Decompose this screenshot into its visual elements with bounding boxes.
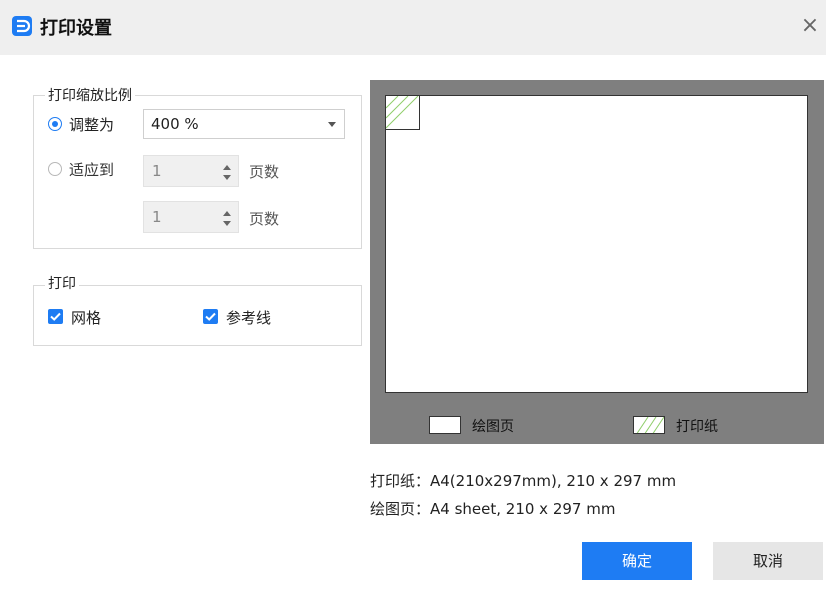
stepper-up-icon[interactable] bbox=[223, 165, 231, 170]
drawing-page-preview bbox=[385, 95, 808, 393]
print-preview: 绘图页 打印纸 bbox=[370, 80, 824, 444]
fit-radio[interactable] bbox=[48, 162, 62, 176]
chevron-down-icon bbox=[328, 122, 336, 127]
scale-percent-value: 400 % bbox=[151, 115, 199, 133]
fit-width-unit: 页数 bbox=[249, 163, 280, 181]
grid-label: 网格 bbox=[71, 309, 102, 327]
print-paper-tile bbox=[386, 96, 420, 130]
cancel-button[interactable]: 取消 bbox=[713, 542, 823, 580]
close-icon[interactable]: × bbox=[796, 12, 824, 40]
print-paper-info: 打印纸：A4(210x297mm), 210 x 297 mm bbox=[370, 472, 677, 490]
fit-height-value: 1 bbox=[152, 208, 162, 226]
guides-checkbox[interactable] bbox=[203, 309, 218, 324]
scale-group-legend: 打印缩放比例 bbox=[45, 85, 135, 105]
adjust-label: 调整为 bbox=[69, 116, 115, 134]
fit-height-unit: 页数 bbox=[249, 210, 280, 228]
fit-width-value: 1 bbox=[152, 162, 162, 180]
stepper-down-icon[interactable] bbox=[223, 175, 231, 180]
stepper-down-icon[interactable] bbox=[223, 221, 231, 226]
adjust-radio[interactable] bbox=[48, 117, 62, 131]
dialog-title: 打印设置 bbox=[40, 18, 112, 39]
fit-height-stepper[interactable]: 1 bbox=[143, 201, 239, 233]
drawing-page-legend: 绘图页 bbox=[472, 419, 514, 435]
scale-percent-select[interactable]: 400 % bbox=[143, 109, 345, 139]
drawing-page-swatch bbox=[429, 416, 461, 434]
fit-label: 适应到 bbox=[69, 161, 115, 179]
print-paper-swatch bbox=[633, 416, 665, 434]
app-logo-icon bbox=[12, 16, 32, 36]
ok-button[interactable]: 确定 bbox=[582, 542, 692, 580]
stepper-up-icon[interactable] bbox=[223, 211, 231, 216]
print-group-legend: 打印 bbox=[45, 273, 79, 293]
drawing-page-info: 绘图页：A4 sheet, 210 x 297 mm bbox=[370, 500, 616, 518]
fit-width-stepper[interactable]: 1 bbox=[143, 155, 239, 187]
guides-label: 参考线 bbox=[226, 309, 272, 327]
print-paper-legend: 打印纸 bbox=[676, 419, 718, 435]
title-bar: 打印设置 × bbox=[0, 0, 826, 55]
grid-checkbox[interactable] bbox=[48, 309, 63, 324]
